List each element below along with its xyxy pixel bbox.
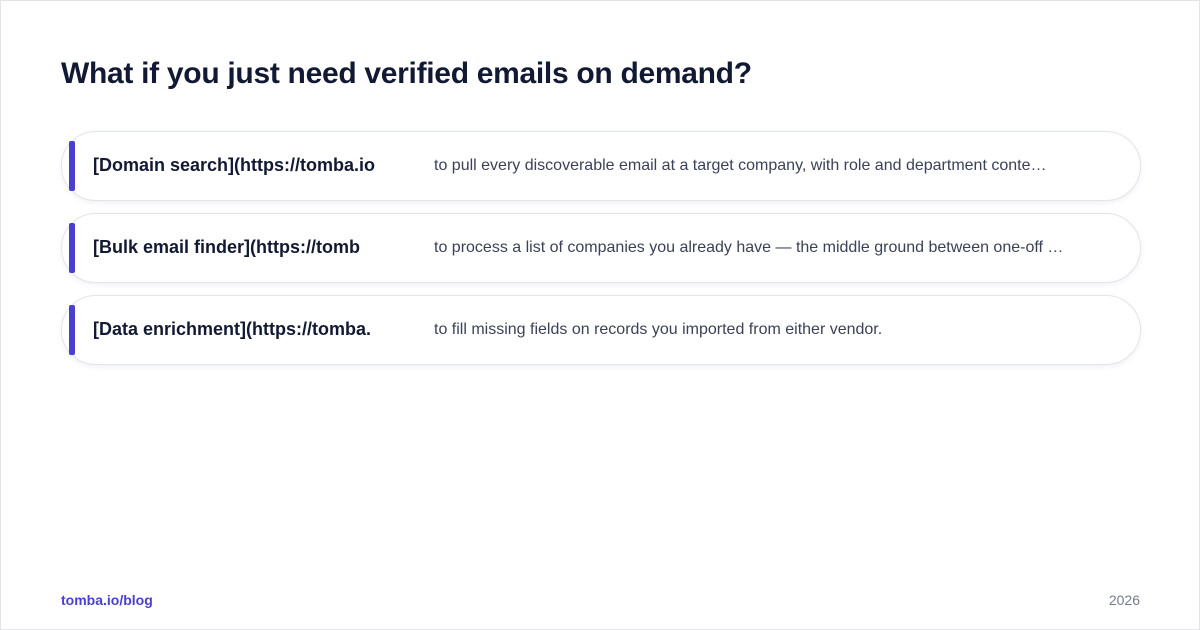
item-description: to process a list of companies you alrea… [434,239,1064,256]
accent-bar [69,305,75,355]
list-item-domain-search: [Domain search](https://tomba.io to pull… [61,131,1141,201]
accent-bar [69,223,75,273]
item-description: to pull every discoverable email at a ta… [434,157,1047,174]
item-label[interactable]: [Domain search](https://tomba.io [93,155,393,176]
footer-blog-link[interactable]: tomba.io/blog [61,592,153,608]
list-item-data-enrichment: [Data enrichment](https://tomba. to fill… [61,295,1141,365]
page-title: What if you just need verified emails on… [61,57,752,90]
item-label[interactable]: [Bulk email finder](https://tomb [93,237,393,258]
accent-bar [69,141,75,191]
footer-year: 2026 [1108,592,1140,608]
list-item-bulk-email-finder: [Bulk email finder](https://tomb to proc… [61,213,1141,283]
item-label[interactable]: [Data enrichment](https://tomba. [93,319,393,340]
blog-card: What if you just need verified emails on… [0,0,1200,630]
feature-list: [Domain search](https://tomba.io to pull… [61,131,1141,377]
item-description: to fill missing fields on records you im… [434,321,883,338]
